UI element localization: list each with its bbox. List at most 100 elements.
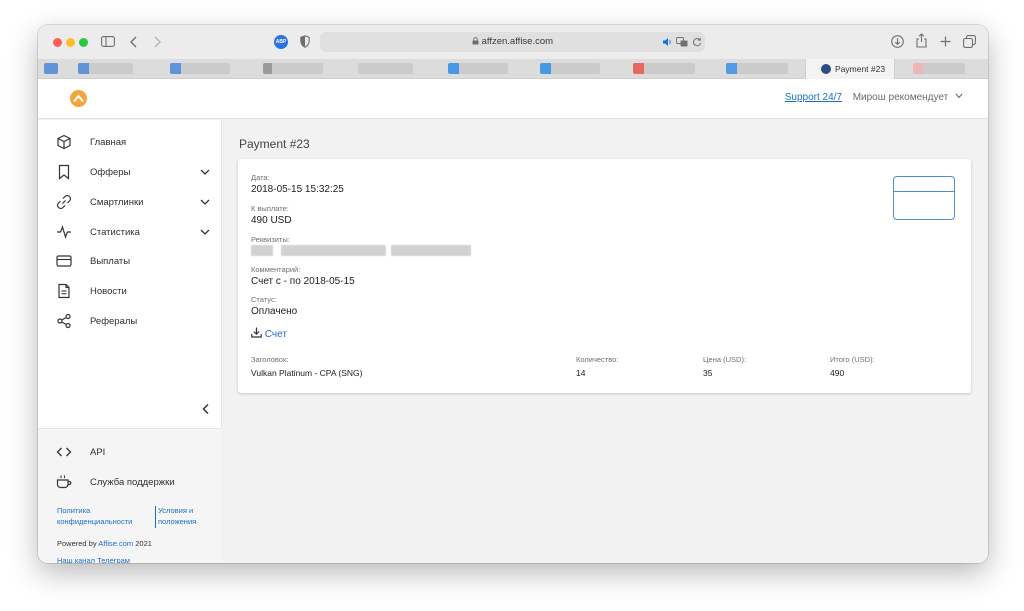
address-bar[interactable]: affzen.affise.com (320, 32, 705, 52)
reload-icon[interactable] (692, 37, 702, 47)
payment-card: Дата: 2018-05-15 15:32:25 К выплате: 490… (238, 159, 971, 393)
comment-label: Комментарий: (251, 265, 301, 274)
tab-redacted[interactable] (633, 63, 695, 74)
tab-bar: Payment #23 (38, 59, 988, 79)
powered-by: Powered by Affise.com 2021 (57, 539, 152, 548)
maximize-window-button[interactable] (79, 38, 88, 47)
amount-label: К выплате: (251, 204, 289, 213)
chevron-down-icon (200, 199, 210, 205)
tab-redacted[interactable] (170, 63, 230, 74)
back-icon[interactable] (130, 36, 138, 48)
api-label: API (90, 447, 106, 458)
bookmark-icon (58, 164, 70, 180)
tab-overview-icon[interactable] (963, 35, 976, 48)
url-value: affzen.affise.com (481, 36, 554, 47)
browser-window: ABP affzen.affise.com Payment #23 Suppor… (38, 25, 988, 563)
main-content: Payment #23 Дата: 2018-05-15 15:32:25 К … (223, 120, 988, 563)
privacy-shield-icon[interactable] (300, 35, 310, 48)
sidebar-item-label: Главная (90, 137, 127, 148)
sidebar-item-news[interactable]: Новости (38, 278, 222, 306)
affise-link[interactable]: Affise.com (98, 539, 133, 548)
sidebar: Главная Офферы Смартлинки Статистика Вып… (38, 120, 222, 563)
tab-redacted[interactable] (540, 63, 600, 74)
powered-prefix: Powered by (57, 539, 97, 548)
amount-value: 490 USD (251, 215, 292, 226)
sidebar-item-smartlinks[interactable]: Смартлинки (38, 189, 222, 217)
speaker-icon[interactable] (662, 37, 673, 47)
sidebar-item-payouts[interactable]: Выплаты (38, 248, 222, 276)
sidebar-footer: API Служба поддержки Политика конфиденци… (38, 428, 222, 563)
date-label: Дата: (251, 173, 270, 182)
row-quantity: 14 (576, 368, 586, 378)
sidebar-item-statistics[interactable]: Статистика (38, 219, 222, 247)
forward-icon[interactable] (153, 36, 161, 48)
link-icon (56, 194, 72, 210)
powered-year: 2021 (135, 539, 152, 548)
chevron-down-icon (955, 93, 963, 99)
support-service-label: Служба поддержки (90, 477, 175, 488)
new-tab-icon[interactable] (940, 36, 951, 47)
row-price: 35 (703, 368, 713, 378)
sidebar-item-offers[interactable]: Офферы (38, 159, 222, 187)
sidebar-toggle-icon[interactable] (101, 36, 115, 47)
coffee-cup-icon (56, 475, 72, 489)
logo-mark-icon (73, 94, 84, 103)
telegram-channel-link[interactable]: Наш канал Телеграм (57, 555, 130, 563)
user-menu[interactable]: Мирош рекомендует (853, 92, 963, 103)
document-icon (58, 283, 70, 299)
terms-link[interactable]: Условия и положения (158, 505, 218, 527)
privacy-policy-link[interactable]: Политика конфиденциальности (57, 505, 152, 527)
user-name: Мирош рекомендует (852, 92, 949, 103)
redacted-requisites (391, 245, 471, 256)
sidebar-item-label: Смартлинки (90, 197, 144, 208)
affise-logo[interactable] (70, 90, 87, 107)
chevron-down-icon (200, 229, 210, 235)
tab-payment[interactable]: Payment #23 (805, 59, 895, 79)
activity-icon (57, 225, 71, 239)
collapse-sidebar-icon[interactable] (200, 403, 212, 415)
share-icon (57, 313, 71, 329)
footer-divider (155, 506, 156, 528)
sidebar-item-home[interactable]: Главная (38, 129, 222, 157)
requisites-label: Реквизиты: (251, 235, 290, 244)
status-label: Статус: (251, 295, 277, 304)
url-text: affzen.affise.com (320, 36, 705, 47)
close-window-button[interactable] (53, 38, 62, 47)
sidebar-item-label: Статистика (90, 227, 140, 238)
date-value: 2018-05-15 15:32:25 (251, 184, 344, 195)
redacted-requisites (251, 245, 273, 256)
tab-redacted[interactable] (78, 63, 133, 74)
browser-toolbar: ABP affzen.affise.com (38, 25, 988, 59)
tab-redacted[interactable] (726, 63, 788, 74)
tab-redacted[interactable] (358, 63, 413, 74)
comment-value: Счет с - по 2018-05-15 (251, 276, 355, 287)
downloads-icon[interactable] (891, 35, 904, 48)
row-total: 490 (830, 368, 845, 378)
tab-redacted[interactable] (913, 63, 965, 74)
chevron-down-icon (200, 169, 210, 175)
download-icon (251, 327, 262, 338)
page-title: Payment #23 (239, 137, 310, 151)
sidebar-item-referrals[interactable]: Рефералы (38, 308, 222, 336)
translate-icon[interactable] (676, 37, 688, 47)
tab-title: Payment #23 (835, 64, 886, 74)
row-title: Vulkan Platinum - CPA (SNG) (251, 368, 363, 378)
sidebar-item-label: Рефералы (90, 316, 138, 327)
tab-redacted[interactable] (44, 63, 58, 74)
column-header-total: Итого (USD): (830, 355, 875, 364)
invoice-download-link[interactable]: Счет (251, 327, 287, 340)
support-service-link[interactable]: Служба поддержки (38, 469, 222, 497)
share-page-icon[interactable] (916, 33, 927, 48)
api-link[interactable]: API (38, 439, 222, 467)
support-link[interactable]: Support 24/7 (785, 92, 842, 103)
minimize-window-button[interactable] (66, 38, 75, 47)
tab-redacted[interactable] (448, 63, 508, 74)
payment-card-icon (893, 176, 955, 220)
cube-icon (57, 134, 71, 150)
status-value: Оплачено (251, 306, 298, 317)
invoice-label: Счет (264, 329, 287, 340)
redacted-requisites (281, 245, 386, 256)
adblock-extension-icon[interactable]: ABP (274, 35, 288, 49)
tab-redacted[interactable] (263, 63, 323, 74)
column-header-price: Цена (USD): (703, 355, 747, 364)
